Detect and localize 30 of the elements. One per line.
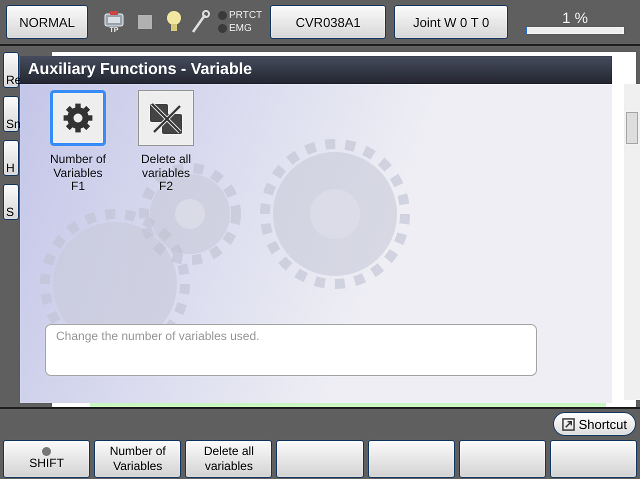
light-bulb-icon xyxy=(166,10,182,34)
function-key[interactable] xyxy=(458,440,546,478)
pendant-icon xyxy=(104,10,124,26)
function-key-label: F2 xyxy=(158,180,173,192)
function-key[interactable]: Delete all variables xyxy=(185,440,272,478)
function-key[interactable] xyxy=(550,440,637,478)
shortcut-arrow-icon xyxy=(562,418,575,430)
function-key[interactable] xyxy=(276,440,364,478)
function-key[interactable]: Number of Variables xyxy=(94,440,182,478)
job-button[interactable]: CVR038A1 xyxy=(270,5,386,39)
indicator-label: PRTCT xyxy=(229,10,262,21)
scrollbar[interactable] xyxy=(624,84,640,400)
function-key[interactable] xyxy=(368,440,455,478)
shift-button[interactable]: SHIFT xyxy=(3,440,90,478)
side-button[interactable]: H xyxy=(3,140,19,176)
coordinate-button[interactable]: Joint W 0 T 0 xyxy=(394,5,508,39)
shortcut-button[interactable]: Shortcut xyxy=(552,412,636,436)
mode-button[interactable]: NORMAL xyxy=(6,5,88,39)
function-label: Delete all variables xyxy=(140,152,192,180)
function-label: Number of Variables xyxy=(48,152,108,180)
function-key-label: F1 xyxy=(70,180,85,192)
progress-percent: 1 % xyxy=(562,10,588,27)
wrench-icon xyxy=(190,10,210,34)
stop-icon xyxy=(138,15,152,29)
dialog-title: Auxiliary Functions - Variable xyxy=(20,56,612,84)
indicator-label: EMG xyxy=(229,23,252,34)
description-box: Change the number of variables used. xyxy=(45,324,537,376)
side-button[interactable]: S xyxy=(3,184,19,220)
function-tile[interactable] xyxy=(50,90,106,146)
function-tile[interactable] xyxy=(138,90,194,146)
